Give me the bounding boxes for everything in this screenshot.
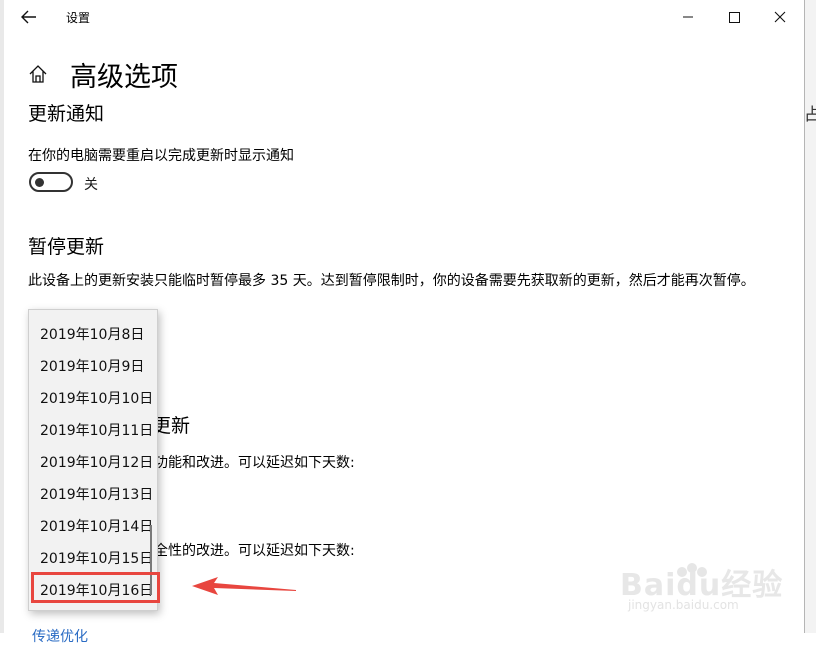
maximize-button[interactable] (720, 6, 748, 28)
update-notify-toggle-state: 关 (84, 177, 98, 193)
date-option[interactable]: 2019年10月10日 (29, 381, 157, 413)
date-option-label: 2019年10月14日 (40, 519, 154, 535)
date-option[interactable]: 2019年10月15日 (29, 541, 157, 573)
date-option[interactable]: 2019年10月13日 (29, 477, 157, 509)
update-notify-toggle[interactable] (29, 172, 73, 192)
close-button[interactable] (766, 6, 794, 28)
delivery-optimization-link[interactable]: 传递优化 (32, 626, 88, 646)
pause-updates-description: 此设备上的更新安装只能临时暂停最多 35 天。达到暂停限制时，你的设备需要先获取… (28, 273, 755, 289)
date-option[interactable]: 2019年10月8日 (29, 317, 157, 349)
feature-update-description-fragment: 功能和改进。可以延迟如下天数: (154, 455, 355, 471)
background-window-text: 占 (804, 105, 816, 125)
date-option[interactable]: 2019年10月11日 (29, 413, 157, 445)
date-option-label: 2019年10月13日 (40, 487, 154, 503)
toggle-knob (35, 178, 44, 187)
date-option-label: 2019年10月12日 (40, 455, 154, 471)
annotation-arrow-icon (192, 577, 296, 595)
date-option-label: 2019年10月11日 (40, 423, 154, 439)
date-option-label: 2019年10月10日 (40, 391, 154, 407)
date-option-label: 2019年10月15日 (40, 551, 154, 567)
update-notify-description: 在你的电脑需要重启以完成更新时显示通知 (28, 148, 294, 164)
minimize-button[interactable] (674, 6, 702, 28)
pause-updates-heading: 暂停更新 (28, 236, 105, 258)
date-option-label: 2019年10月9日 (40, 359, 145, 375)
title-bar: 设置 (4, 0, 804, 34)
annotation-highlight-box (31, 572, 160, 603)
date-option-label: 2019年10月8日 (40, 327, 145, 343)
background-edge-right (804, 0, 816, 633)
window-title: 设置 (66, 11, 91, 25)
date-option[interactable]: 2019年10月14日 (29, 509, 157, 541)
home-icon[interactable] (27, 63, 49, 85)
page-title: 高级选项 (70, 62, 178, 93)
back-arrow-icon[interactable] (18, 6, 42, 28)
update-notify-heading: 更新通知 (28, 103, 105, 125)
date-option[interactable]: 2019年10月12日 (29, 445, 157, 477)
pause-date-dropdown[interactable]: 2019年10月8日 2019年10月9日 2019年10月10日 2019年1… (28, 309, 158, 611)
quality-update-description-fragment: 全性的改进。可以延迟如下天数: (154, 543, 355, 559)
date-option[interactable]: 2019年10月9日 (29, 349, 157, 381)
watermark-url: jingyan.baidu.com (628, 598, 739, 612)
